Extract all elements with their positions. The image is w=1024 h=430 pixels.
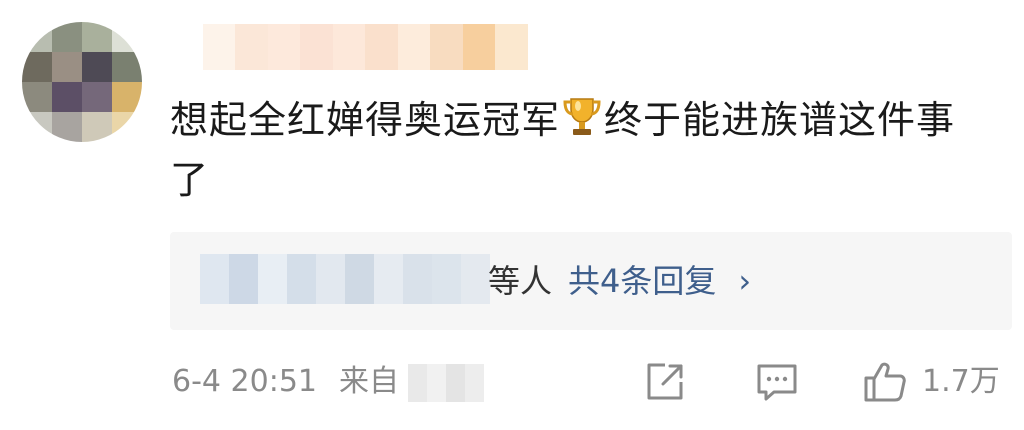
replies-preview[interactable]: 等人 共4条回复 › bbox=[170, 232, 1012, 330]
comment-meta: 6-4 20:51 来自 bbox=[172, 360, 399, 404]
chevron-right-icon: › bbox=[738, 262, 752, 300]
share-icon bbox=[647, 363, 683, 400]
thumbs-up-icon bbox=[864, 362, 906, 402]
like-count: 1.7万 bbox=[922, 364, 1000, 399]
replier-suffix: 等人 bbox=[488, 262, 553, 300]
user-avatar[interactable] bbox=[22, 22, 142, 142]
timestamp: 6-4 20:51 bbox=[172, 364, 317, 399]
source-redacted bbox=[408, 364, 484, 402]
username-redacted[interactable] bbox=[170, 24, 560, 70]
trophy-icon bbox=[563, 98, 601, 135]
reply-button[interactable] bbox=[754, 358, 800, 406]
comment-text: 想起全红婵得奥运冠军 终于能进族谱这件事了 bbox=[170, 90, 990, 210]
share-button[interactable] bbox=[643, 358, 687, 406]
comment-text-part1: 想起全红婵得奥运冠军 bbox=[170, 98, 561, 142]
view-replies-link[interactable]: 共4条回复 › bbox=[568, 256, 751, 306]
like-button[interactable]: 1.7万 bbox=[862, 358, 1000, 406]
source-label: 来自 bbox=[339, 364, 399, 399]
comment-icon bbox=[757, 364, 797, 401]
reply-count-label: 共4条回复 bbox=[568, 262, 717, 300]
replier-names-redacted bbox=[200, 254, 490, 304]
